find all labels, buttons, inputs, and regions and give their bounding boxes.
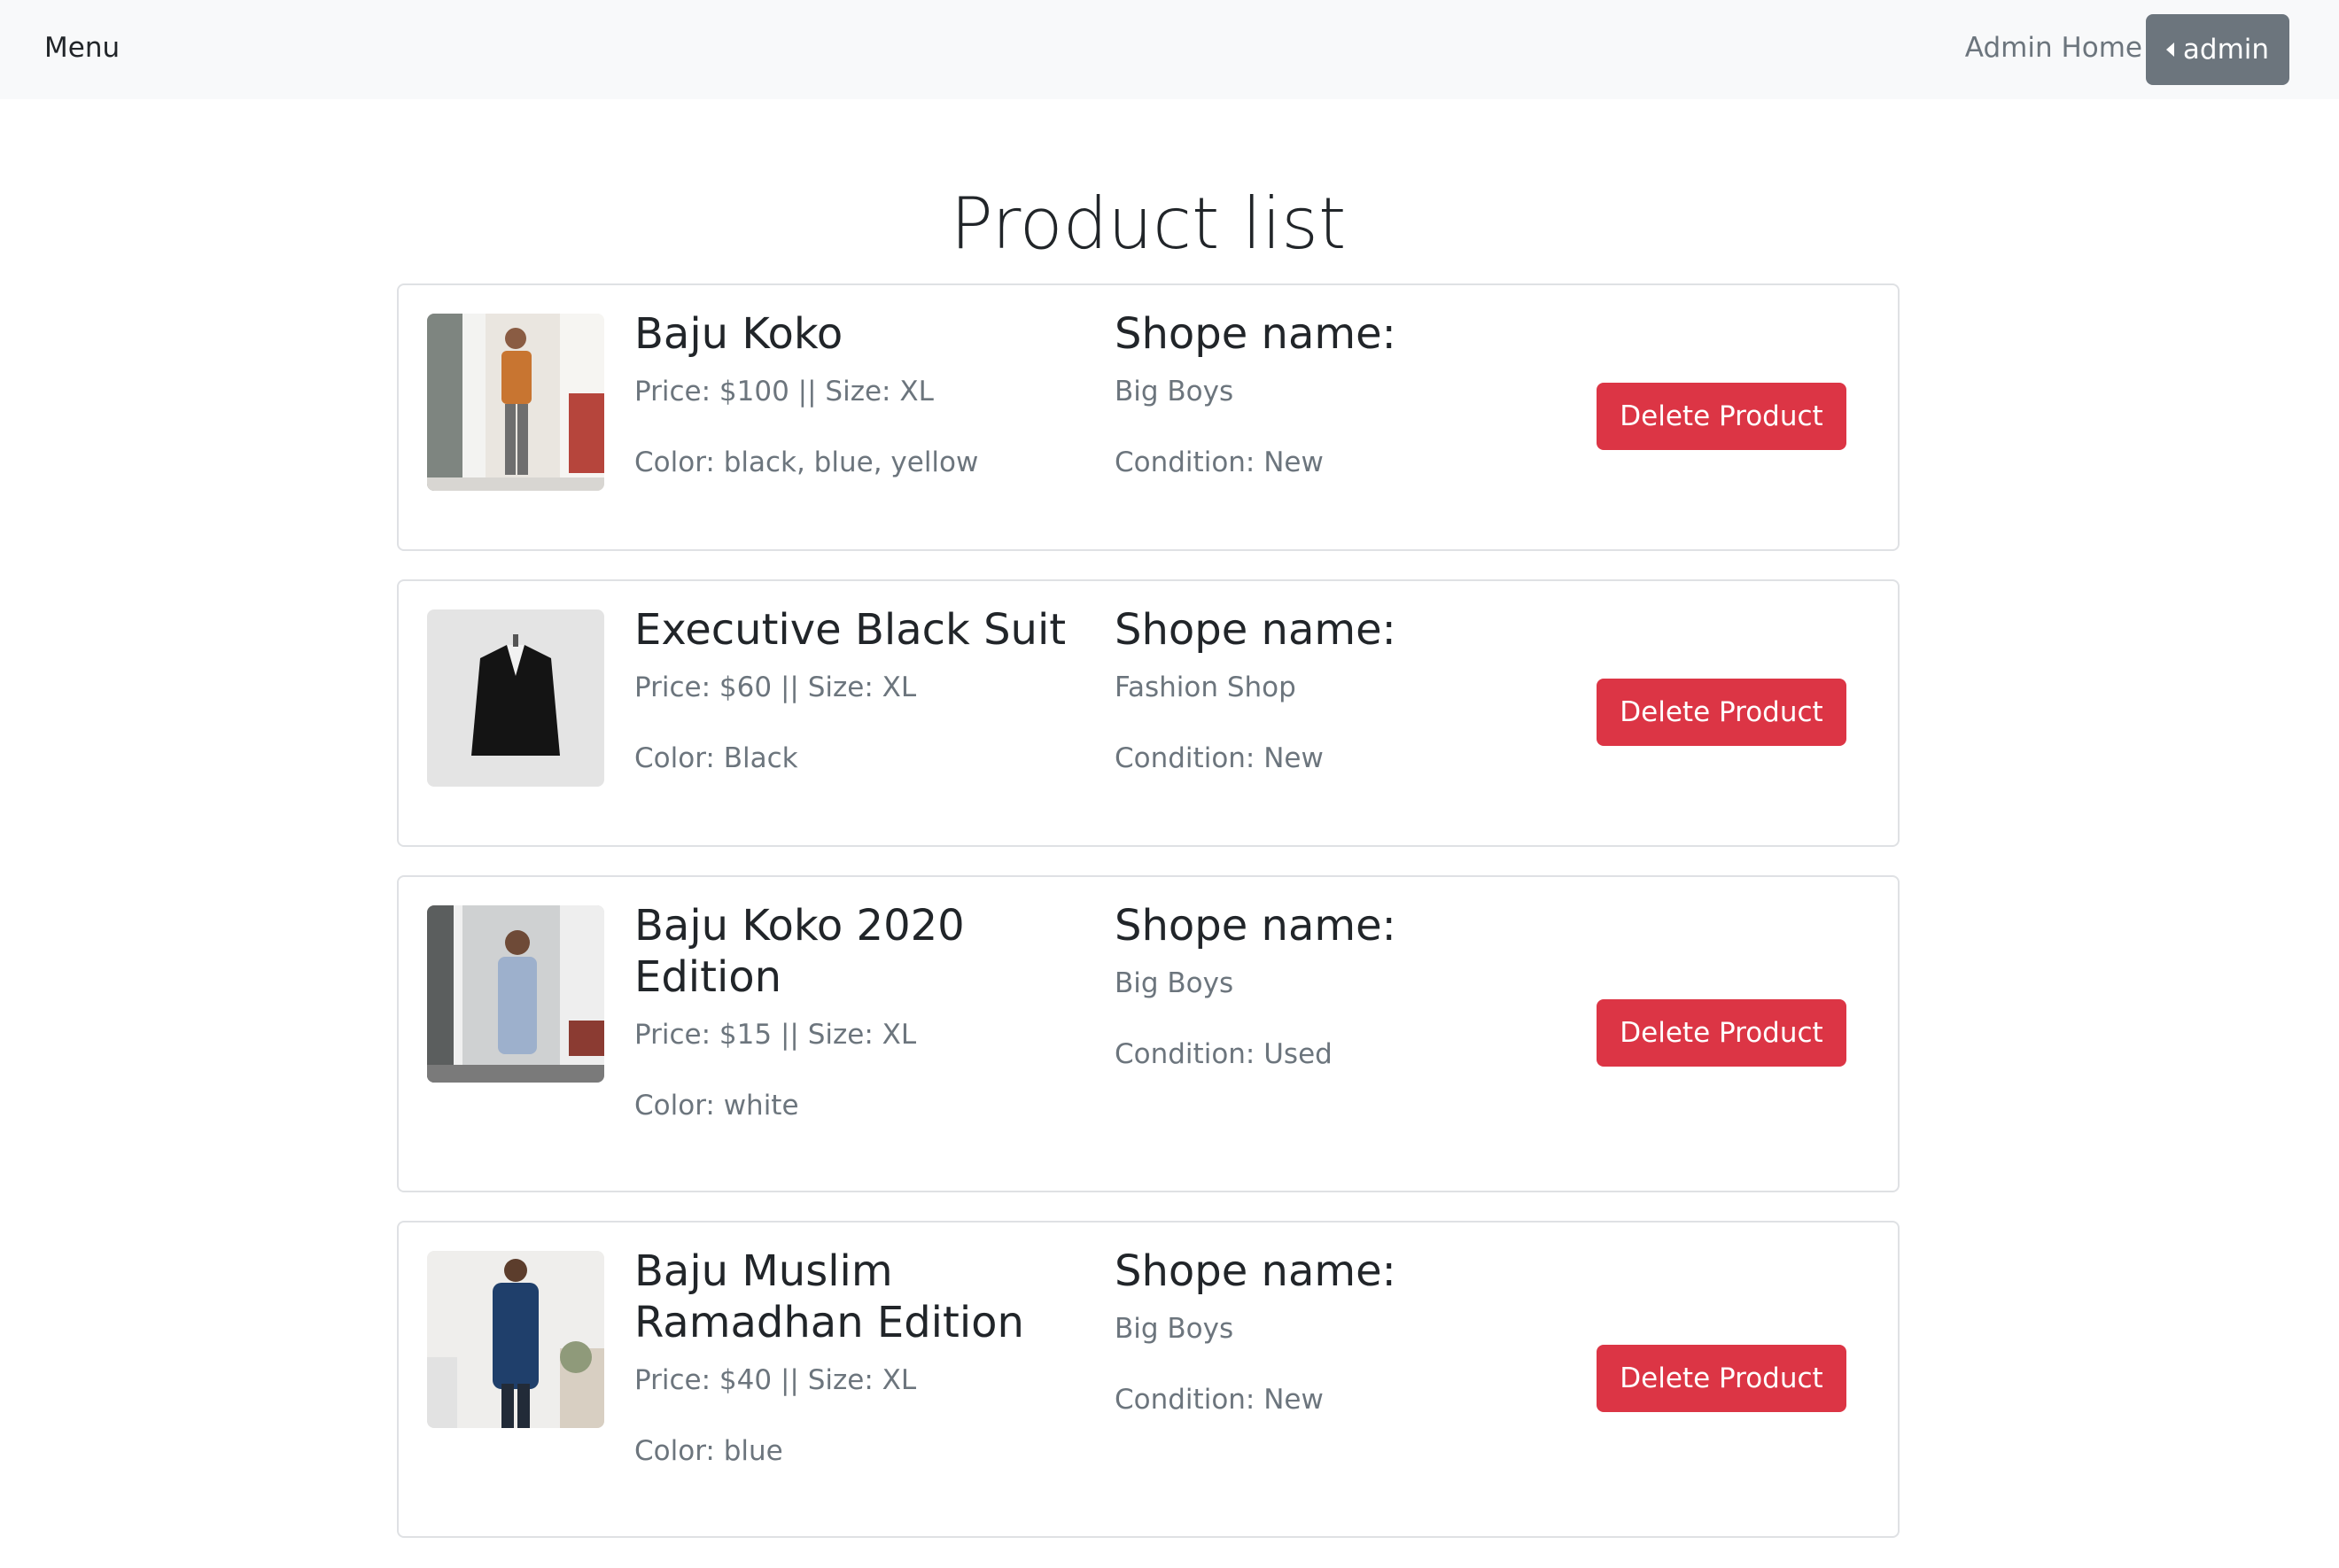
product-color: Color: Black [634, 742, 798, 774]
product-color: Color: blue [634, 1435, 783, 1467]
shop-name: Big Boys [1115, 376, 1234, 408]
shop-info: Shope name: Big Boys Condition: New [1115, 308, 1558, 514]
delete-product-button[interactable]: Delete Product [1597, 999, 1846, 1067]
product-price-size: Price: $100 || Size: XL [634, 376, 934, 408]
product-color: Color: black, blue, yellow [634, 446, 979, 478]
admin-user-label: admin [2182, 34, 2270, 66]
product-name: Baju Koko 2020 Edition [634, 901, 965, 1002]
product-image [427, 905, 604, 1083]
product-info: Baju Koko 2020 Edition Price: $15 || Siz… [634, 900, 1113, 1157]
shop-name: Big Boys [1115, 967, 1234, 999]
delete-product-button[interactable]: Delete Product [1597, 1345, 1846, 1412]
shop-name: Fashion Shop [1115, 671, 1296, 703]
shop-heading: Shope name: [1115, 309, 1396, 359]
product-name: Baju Koko [634, 309, 843, 359]
product-card: Baju Muslim Ramadhan Edition Price: $40 … [397, 1221, 1900, 1538]
product-price-size: Price: $40 || Size: XL [634, 1364, 917, 1396]
product-info: Baju Koko Price: $100 || Size: XL Color:… [634, 308, 1113, 514]
product-price-size: Price: $60 || Size: XL [634, 671, 917, 703]
product-color: Color: white [634, 1090, 799, 1122]
shop-heading: Shope name: [1115, 901, 1396, 951]
product-name: Executive Black Suit [634, 605, 1067, 655]
product-condition: Condition: Used [1115, 1038, 1333, 1070]
product-image [427, 1251, 604, 1428]
product-card: Baju Koko Price: $100 || Size: XL Color:… [397, 283, 1900, 551]
product-card: Baju Koko 2020 Edition Price: $15 || Siz… [397, 875, 1900, 1192]
product-image [427, 609, 604, 787]
delete-product-button[interactable]: Delete Product [1597, 383, 1846, 450]
top-navbar: Menu Admin Home admin [0, 0, 2339, 99]
product-condition: Condition: New [1115, 446, 1324, 478]
delete-product-button[interactable]: Delete Product [1597, 679, 1846, 746]
product-info: Baju Muslim Ramadhan Edition Price: $40 … [634, 1246, 1113, 1502]
shop-name: Big Boys [1115, 1313, 1234, 1345]
product-info: Executive Black Suit Price: $60 || Size:… [634, 604, 1113, 810]
page-title: Product list [950, 182, 1347, 265]
product-name: Baju Muslim Ramadhan Edition [634, 1246, 1024, 1347]
product-price-size: Price: $15 || Size: XL [634, 1019, 917, 1051]
menu-link[interactable]: Menu [44, 28, 120, 67]
shop-info: Shope name: Fashion Shop Condition: New [1115, 604, 1558, 810]
admin-home-link[interactable]: Admin Home [1965, 28, 2142, 67]
shop-info: Shope name: Big Boys Condition: Used [1115, 900, 1558, 1106]
product-condition: Condition: New [1115, 1384, 1324, 1416]
shop-heading: Shope name: [1115, 605, 1396, 655]
product-card: Executive Black Suit Price: $60 || Size:… [397, 579, 1900, 847]
product-condition: Condition: New [1115, 742, 1324, 774]
admin-dropdown-button[interactable]: admin [2146, 14, 2289, 85]
shop-heading: Shope name: [1115, 1246, 1396, 1296]
shop-info: Shope name: Big Boys Condition: New [1115, 1246, 1558, 1451]
caret-left-icon [2165, 43, 2174, 57]
product-image [427, 314, 604, 491]
